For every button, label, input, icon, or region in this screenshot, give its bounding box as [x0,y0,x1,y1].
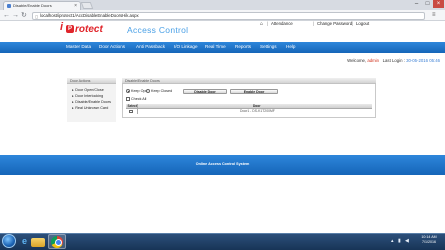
product-name: Access Control [127,25,189,35]
close-tab-icon[interactable]: × [74,2,77,10]
menu-item-real-time[interactable]: Real Time [205,44,226,50]
new-tab-button[interactable] [80,2,94,9]
chrome-icon[interactable] [51,235,63,248]
start-button-icon[interactable] [2,234,16,248]
disable-door-button[interactable]: Disable Door [183,89,227,94]
sidebar-item-disable-enable-doors[interactable]: Disable/Enable Doors [72,100,111,105]
check-all-label: Check All [131,96,147,101]
menu-icon[interactable]: ≡ [432,12,436,18]
footer-text: Online Access Control System [195,162,250,166]
last-login-value: 30-05-2016 05:46 [406,58,440,63]
browser-tab[interactable]: Disable/Enable Doors × [3,1,81,10]
minimize-window-icon[interactable]: – [411,0,422,8]
logo-i: i [60,21,64,33]
sidebar-item-door-open-close[interactable]: Door Open/Close [72,88,104,93]
row-select-checkbox[interactable] [129,109,133,113]
keep-closed-label: Keep Closed [151,88,173,93]
menu-item-reports[interactable]: Reports [235,44,251,50]
menu-item-io-linkage[interactable]: I/O Linkage [174,44,198,50]
maximize-window-icon[interactable]: □ [422,0,433,8]
menu-item-door-actions[interactable]: Door Actions [99,44,125,50]
taskbar [0,233,445,250]
logo-text: rotect [75,24,103,35]
forward-icon[interactable]: → [12,12,19,19]
logo-badge: P [66,25,74,33]
file-explorer-icon[interactable] [31,238,45,247]
sidebar-item-door-interlocking[interactable]: Door Interlocking [72,94,103,99]
menu-item-settings[interactable]: Settings [260,44,277,50]
internet-explorer-icon[interactable]: e [22,236,27,247]
attendance-link[interactable]: Attendance [271,21,293,27]
welcome-bar: Welcome, admin Last Login : 30-05-2016 0… [230,58,440,64]
top-link-separator: | [313,21,315,26]
page-favicon-icon [7,4,11,8]
keep-closed-radio[interactable] [146,89,150,93]
browser-tab-title: Disable/Enable Doors [13,3,52,8]
back-icon[interactable]: ← [3,12,10,19]
volume-icon[interactable]: ◀ [405,238,409,244]
keep-open-radio[interactable] [126,89,130,93]
address-bar[interactable]: ◻ localhost/iprotect1/AccDisableEnableDo… [32,12,425,20]
grid-column-divider [137,104,138,114]
sidebar-title: Door Actions [67,78,116,84]
enable-door-button[interactable]: Enable Door [230,89,278,94]
taskbar-date: 7/1/2016 [422,240,436,244]
top-link-separator: | [267,21,269,26]
network-icon[interactable]: ▮ [398,238,401,244]
welcome-user: admin [367,58,380,63]
last-login-label: Last Login : [382,58,405,63]
tray-arrow-icon[interactable]: ▴ [391,238,394,244]
address-bar-url: localhost/iprotect1/AccDisableEnableDoor… [40,13,139,18]
close-window-icon[interactable]: × [433,0,444,8]
menu-item-anti-passback[interactable]: Anti Passback [136,44,165,50]
panel-title: Disable/Enable Doors [122,78,376,84]
welcome-prefix: Welcome, [347,58,367,63]
sidebar-item-real-unknown-card[interactable]: Real Unknown Card [72,106,108,111]
logout-link[interactable]: Logout [356,21,369,27]
taskbar-clock[interactable]: 10:14 AM 7/1/2016 [418,235,440,245]
reload-icon[interactable]: ↻ [21,12,27,19]
page-info-icon[interactable]: ◻ [35,14,38,20]
check-all-checkbox[interactable] [126,97,130,101]
home-icon[interactable]: ⌂ [260,21,263,27]
change-password-link[interactable]: Change Password [317,21,352,27]
door-name-cell: Door1 - DS-K1T200MF [240,108,275,113]
top-link-separator: | [352,21,354,26]
menu-item-master-data[interactable]: Master Data [66,44,91,50]
menu-item-help[interactable]: Help [286,44,295,50]
